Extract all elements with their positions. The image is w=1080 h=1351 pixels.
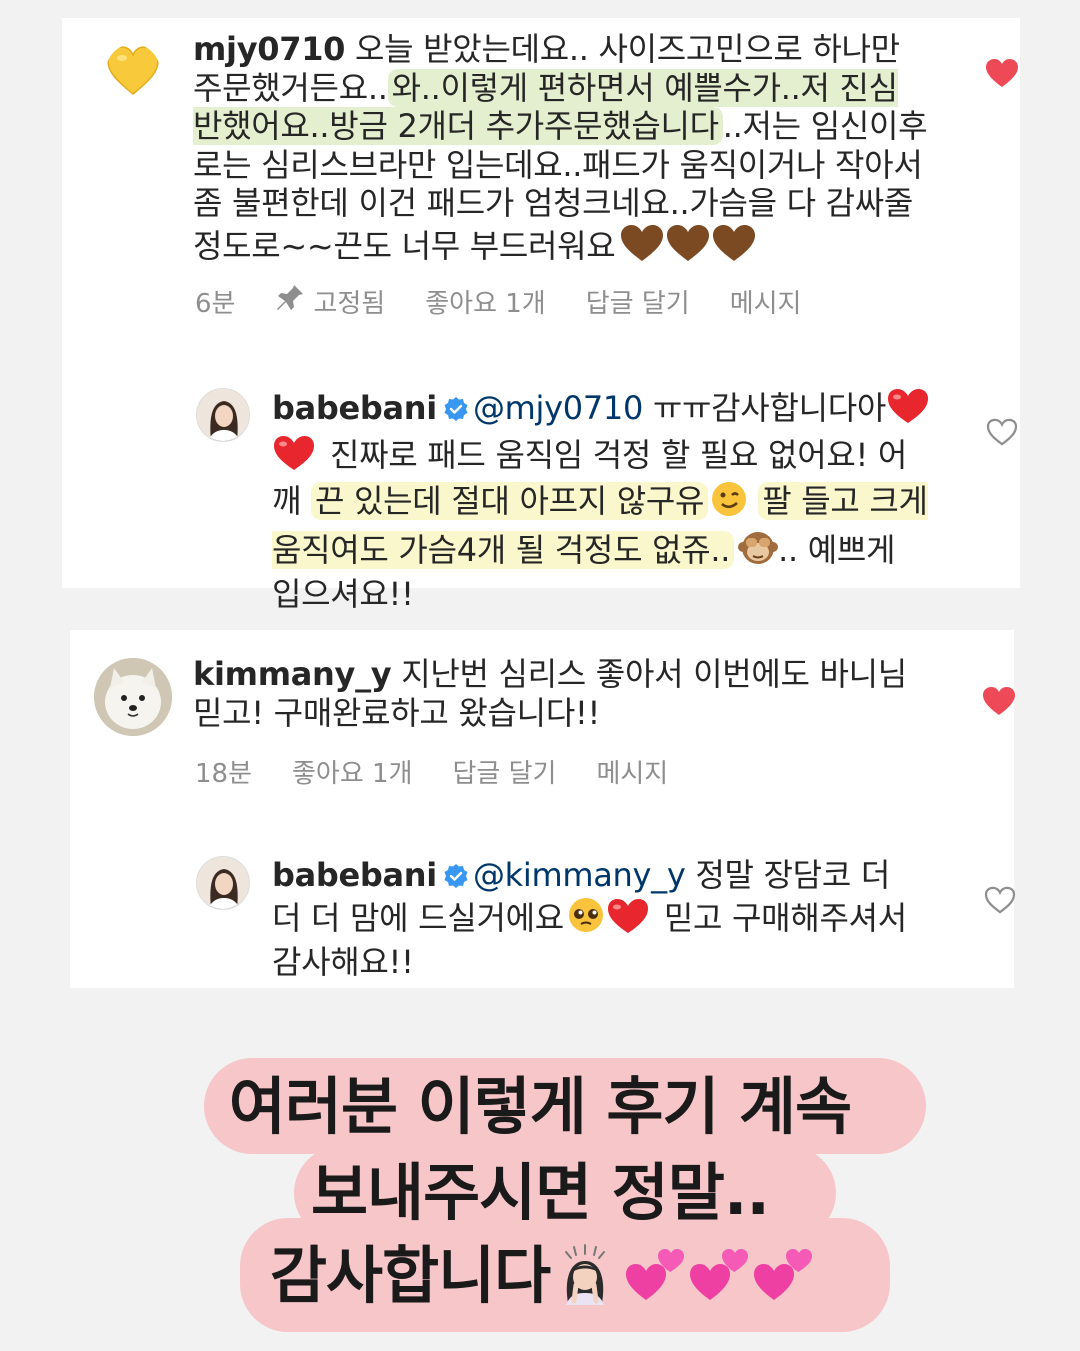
- winking-face-icon: [710, 480, 748, 527]
- comment-body: mjy0710 오늘 받았는데요.. 사이즈고민으로 하나만 주문했거든요.. 와…: [193, 30, 933, 271]
- message-button[interactable]: 메시지: [730, 283, 802, 320]
- reply-body: babebani @mjy0710 ㅠㅠ감사합니다아진짜로 패드 움직임 걱정 할…: [272, 387, 932, 614]
- likes-count[interactable]: 좋아요 1개: [292, 753, 413, 790]
- avatar[interactable]: [94, 658, 172, 736]
- verified-badge-icon: [443, 859, 469, 888]
- brown-heart-icon: [619, 223, 665, 272]
- verified-badge-icon: [443, 392, 469, 421]
- comment-body: kimmany_y 지난번 심리스 좋아서 이번에도 바니님 믿고! 구매완료하…: [193, 655, 933, 732]
- yellow-heart-icon[interactable]: [106, 44, 160, 98]
- reply-button[interactable]: 답글 달기: [453, 753, 557, 790]
- red-heart-icon: [886, 387, 930, 434]
- pin-icon: [275, 283, 305, 320]
- like-heart-icon[interactable]: [985, 58, 1019, 92]
- two-hearts-icon: [622, 1244, 686, 1308]
- reply-username[interactable]: babebani: [272, 856, 437, 894]
- like-heart-icon[interactable]: [982, 686, 1016, 720]
- red-heart-icon: [606, 897, 650, 944]
- pinned-label: 고정됨: [275, 283, 385, 320]
- like-heart-icon[interactable]: [986, 418, 1020, 452]
- reply-mention[interactable]: @kimmany_y: [473, 856, 686, 894]
- banner-line: 감사합니다: [270, 1239, 551, 1312]
- avatar[interactable]: [196, 388, 250, 442]
- two-hearts-icon: [686, 1244, 750, 1308]
- comment-meta: 18분 좋아요 1개 답글 달기 메시지: [195, 753, 668, 790]
- reply-mention[interactable]: @mjy0710: [473, 389, 643, 427]
- pleading-face-icon: [566, 895, 606, 944]
- see-no-evil-monkey-icon: [738, 527, 779, 576]
- brown-heart-icon: [665, 223, 711, 272]
- reply-body: babebani @kimmany_y 정말 장담코 더 더 더 맘에 드실거에요…: [272, 856, 922, 982]
- reply-highlight: 끈 있는데 절대 아프지 않구유: [311, 482, 709, 520]
- person-bowing-icon: [554, 1243, 616, 1309]
- reply-text: ㅠㅠ감사합니다아: [652, 389, 887, 427]
- reply-username[interactable]: babebani: [272, 389, 437, 427]
- banner-last-line: 감사합니다: [270, 1236, 814, 1316]
- comment-username[interactable]: kimmany_y: [193, 655, 392, 693]
- comment-meta: 6분 고정됨 좋아요 1개 답글 달기 메시지: [195, 283, 801, 320]
- likes-count[interactable]: 좋아요 1개: [425, 283, 546, 320]
- banner-line: 여러분 이렇게 후기 계속: [228, 1070, 852, 1143]
- banner-line: 보내주시면 정말..: [311, 1156, 770, 1229]
- reply-button[interactable]: 답글 달기: [586, 283, 690, 320]
- brown-heart-icon: [711, 223, 757, 272]
- like-heart-icon[interactable]: [984, 886, 1018, 920]
- message-button[interactable]: 메시지: [596, 753, 668, 790]
- avatar[interactable]: [196, 856, 250, 910]
- red-heart-icon: [272, 434, 316, 481]
- comment-time: 6분: [195, 289, 236, 319]
- two-hearts-icon: [750, 1244, 814, 1308]
- comment-username[interactable]: mjy0710: [193, 30, 345, 68]
- comment-time: 18분: [195, 759, 253, 789]
